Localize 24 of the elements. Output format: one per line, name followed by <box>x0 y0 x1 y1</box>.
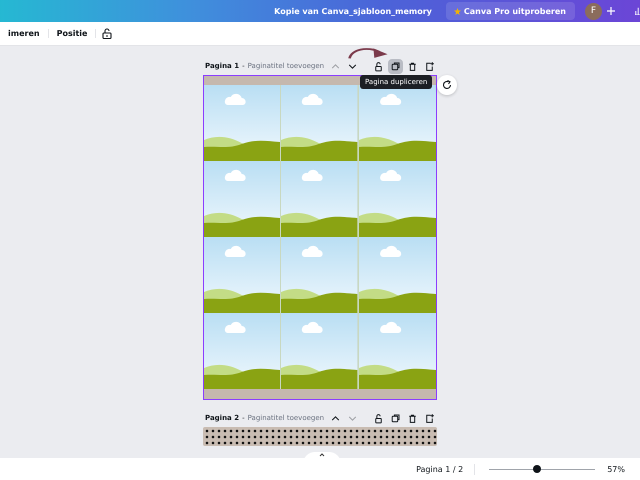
refresh-icon <box>442 80 452 90</box>
unlock-icon[interactable] <box>373 412 384 424</box>
refresh-button[interactable] <box>437 75 457 95</box>
toolbar-button[interactable]: Positie <box>48 29 96 38</box>
caret-up-icon <box>319 453 325 457</box>
zoom-slider-thumb[interactable] <box>532 465 541 473</box>
pro-trial-button[interactable]: Canva Pro uitproberen <box>446 2 575 20</box>
toolbar-button[interactable]: imeren <box>0 29 49 38</box>
dotted-page-canvas[interactable] <box>203 427 437 446</box>
page-indicator[interactable]: Pagina 1 / 2 <box>410 464 476 474</box>
document-title[interactable]: Kopie van Canva_sjabloon_memory <box>274 6 432 16</box>
duplicate-icon[interactable] <box>390 412 401 424</box>
user-avatar[interactable]: F <box>585 2 602 20</box>
unlock-icon[interactable] <box>373 60 384 72</box>
zoom-percentage[interactable]: 57% <box>607 464 625 474</box>
trash-icon[interactable] <box>407 412 418 424</box>
duplicate-icon[interactable] <box>390 60 401 72</box>
plus-icon[interactable] <box>607 7 615 15</box>
crown-icon <box>454 8 461 14</box>
add-page-icon[interactable] <box>424 412 435 424</box>
page-canvas[interactable] <box>203 75 437 400</box>
unlock-icon[interactable] <box>102 28 112 39</box>
add-page-icon[interactable] <box>424 60 435 72</box>
trash-icon[interactable] <box>407 60 418 72</box>
